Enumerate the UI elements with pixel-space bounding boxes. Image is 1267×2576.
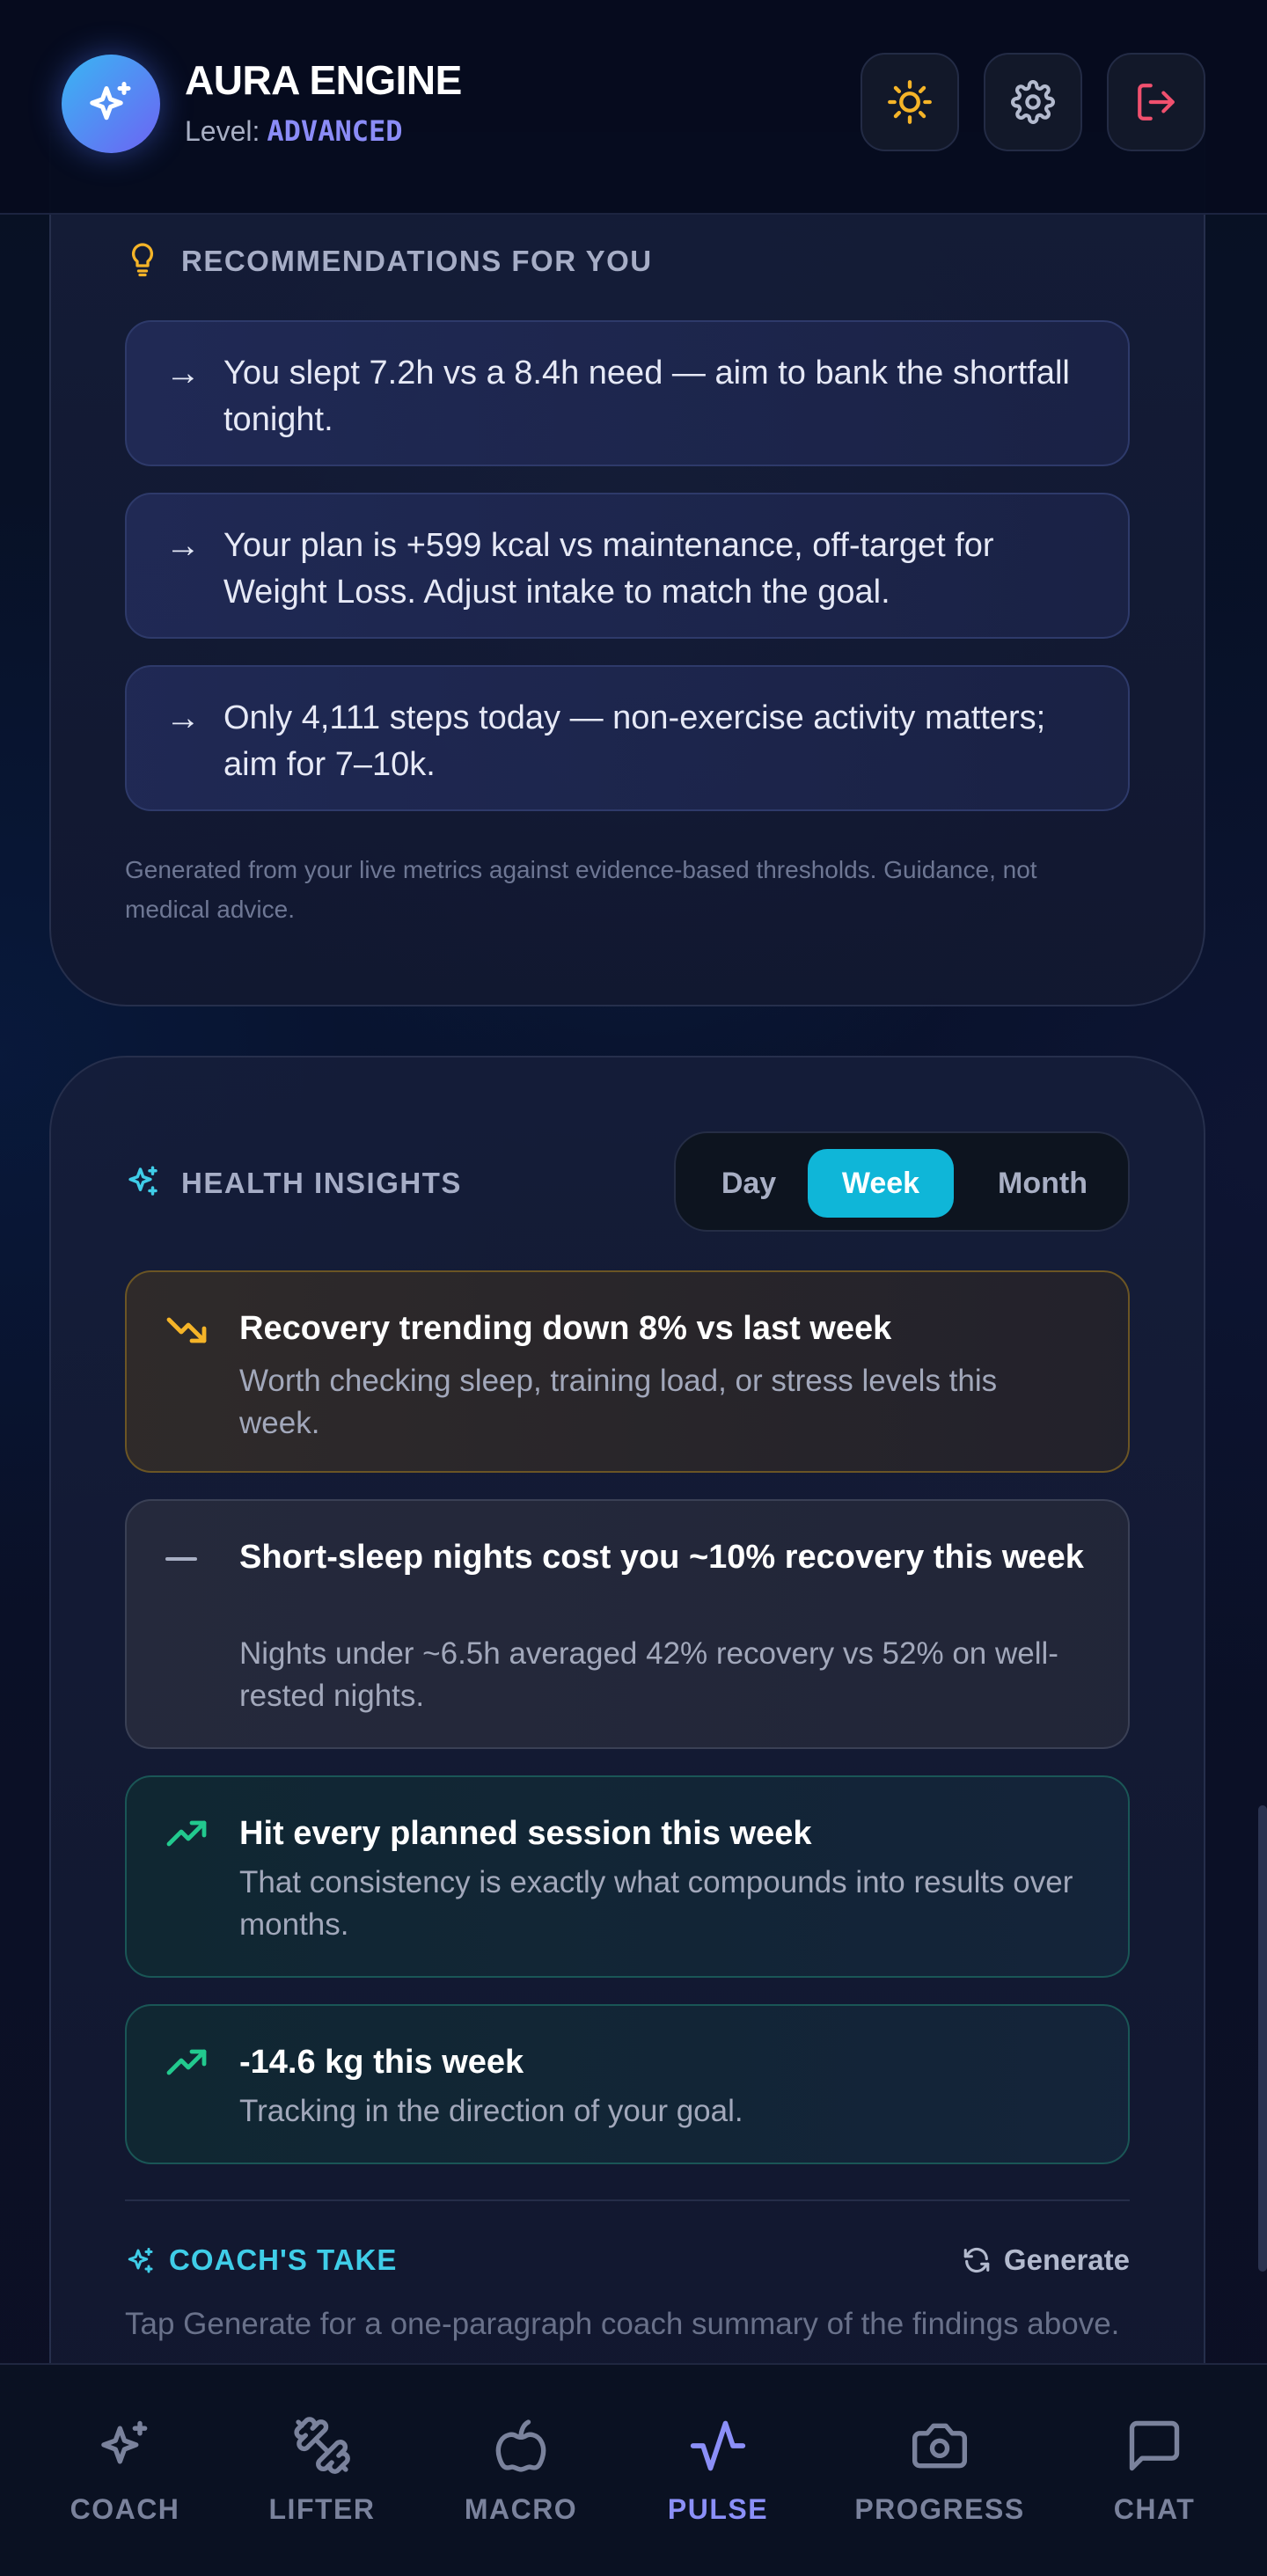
sun-icon (888, 80, 932, 124)
nav-item-progress[interactable]: PROGRESS (850, 2365, 1029, 2576)
app-title: AURA ENGINE (185, 57, 462, 103)
period-month-button[interactable]: Month (966, 1149, 1119, 1218)
gear-icon (1011, 80, 1055, 124)
logout-button[interactable] (1107, 53, 1205, 151)
insight-description: Tracking in the direction of your goal. (239, 2094, 743, 2128)
insight-card-positive: Hit every planned session this week That… (125, 1775, 1130, 1978)
nav-item-coach[interactable]: COACH (55, 2365, 195, 2576)
recommendation-item: → You slept 7.2h vs a 8.4h need — aim to… (125, 320, 1130, 466)
trending-down-icon (166, 1317, 207, 1343)
refresh-icon (963, 2247, 990, 2273)
bottom-navigation: COACH LIFTER MACRO PULSE PROGRESS CHAT (0, 2363, 1267, 2576)
nav-label: PULSE (667, 2493, 769, 2525)
scrollbar-thumb[interactable] (1258, 1805, 1267, 2272)
level-value: ADVANCED (267, 114, 403, 148)
insight-card-positive: -14.6 kg this week Tracking in the direc… (125, 2004, 1130, 2164)
sparkles-icon (128, 1166, 157, 1196)
sparkle-icon (101, 2420, 148, 2464)
recommendation-text: Only 4,111 steps today — non-exercise ac… (223, 699, 1046, 783)
recommendation-text: You slept 7.2h vs a 8.4h need — aim to b… (223, 355, 1070, 438)
nav-item-pulse[interactable]: PULSE (648, 2365, 788, 2576)
logout-icon (1138, 84, 1175, 121)
trending-up-icon (166, 1820, 207, 1847)
recommendations-disclaimer: Generated from your live metrics against… (125, 856, 1037, 923)
theme-toggle-button[interactable] (861, 53, 959, 151)
recommendation-item: → Your plan is +599 kcal vs maintenance,… (125, 493, 1130, 639)
insight-title: Short-sleep nights cost you ~10% recover… (239, 1539, 1084, 1576)
arrow-right-icon: → (165, 699, 201, 737)
period-day-button[interactable]: Day (702, 1149, 795, 1218)
recommendations-title: RECOMMENDATIONS FOR YOU (181, 245, 653, 277)
insight-description: That consistency is exactly what compoun… (239, 1865, 1073, 1942)
generate-label: Generate (1003, 2243, 1130, 2276)
insight-description: Nights under ~6.5h averaged 42% recovery… (239, 1636, 1058, 1713)
sparkles-icon (128, 2248, 153, 2273)
trending-up-icon (166, 2049, 207, 2075)
insight-title: Recovery trending down 8% vs last week (239, 1310, 892, 1347)
nav-label: PROGRESS (854, 2493, 1025, 2525)
app-logo (62, 55, 160, 153)
insight-description: Worth checking sleep, training load, or … (239, 1364, 998, 1440)
pulse-icon (690, 2420, 746, 2471)
camera-icon (912, 2423, 968, 2469)
level-indicator: Level: ADVANCED (185, 114, 403, 148)
section-divider (125, 2199, 1130, 2201)
nav-item-macro[interactable]: MACRO (450, 2365, 591, 2576)
insight-card-warning: Recovery trending down 8% vs last week W… (125, 1270, 1130, 1473)
arrow-right-icon: → (165, 526, 201, 565)
dash-icon (165, 1557, 197, 1561)
chat-icon (1129, 2420, 1180, 2471)
sparkle-logo-icon (90, 82, 131, 121)
arrow-right-icon: → (165, 354, 201, 392)
level-label: Level: (185, 115, 260, 147)
coach-take-title: COACH'S TAKE (169, 2243, 398, 2276)
nav-item-lifter[interactable]: LIFTER (252, 2365, 392, 2576)
period-selector: Day Week Month (674, 1131, 1130, 1232)
recommendation-item: → Only 4,111 steps today — non-exercise … (125, 665, 1130, 811)
app-header: AURA ENGINE Level: ADVANCED (0, 0, 1267, 215)
insight-title: -14.6 kg this week (239, 2044, 524, 2081)
insight-title: Hit every planned session this week (239, 1815, 812, 1852)
settings-button[interactable] (984, 53, 1082, 151)
generate-button[interactable]: Generate (962, 2243, 1130, 2277)
nav-label: COACH (70, 2493, 180, 2525)
dumbbell-icon (294, 2417, 350, 2474)
health-insights-title: HEALTH INSIGHTS (181, 1167, 462, 1199)
nav-label: CHAT (1113, 2493, 1196, 2525)
apple-icon (495, 2419, 546, 2472)
recommendation-text: Your plan is +599 kcal vs maintenance, o… (223, 527, 994, 611)
lightbulb-icon (131, 243, 154, 277)
nav-label: LIFTER (268, 2493, 376, 2525)
period-week-button[interactable]: Week (808, 1149, 954, 1218)
coach-take-hint: Tap Generate for a one-paragraph coach s… (125, 2307, 1120, 2341)
nav-label: MACRO (464, 2493, 578, 2525)
nav-item-chat[interactable]: CHAT (1084, 2365, 1225, 2576)
insight-card-neutral: Short-sleep nights cost you ~10% recover… (125, 1499, 1130, 1749)
